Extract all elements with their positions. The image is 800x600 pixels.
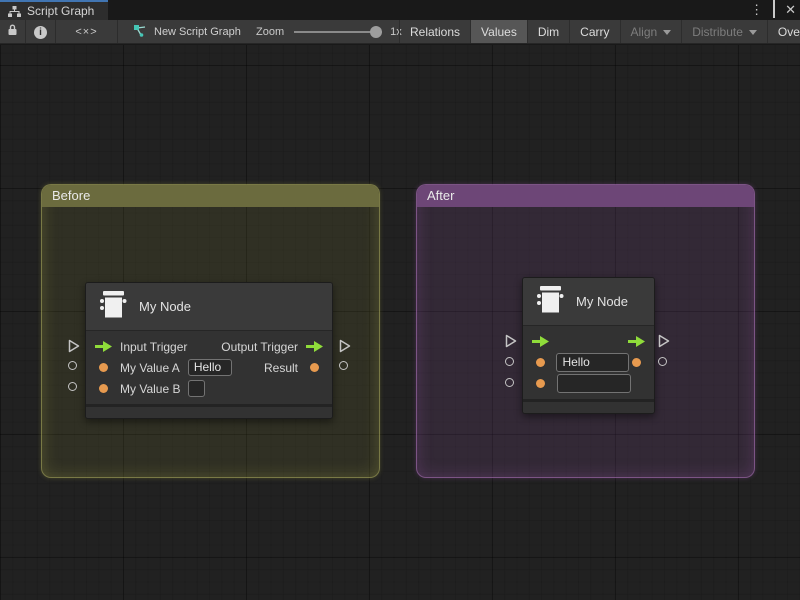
tab-title: Script Graph [27, 4, 94, 18]
group-before-title: Before [52, 188, 90, 203]
value-b-label: My Value B [120, 382, 180, 396]
distribute-button: Distribute [681, 20, 767, 44]
external-flow-port-icon[interactable] [339, 339, 351, 358]
dropdown-caret-icon [663, 30, 671, 35]
dim-button[interactable]: Dim [527, 20, 569, 44]
result-port-icon[interactable] [629, 358, 645, 367]
node-my-node-after[interactable]: My Node Hello [522, 277, 655, 414]
node-title: My Node [576, 294, 628, 309]
node-header[interactable]: My Node [523, 278, 654, 326]
info-button[interactable]: i [26, 20, 55, 44]
toolbar-button-strip: Relations Values Dim Carry Align Distrib… [399, 20, 800, 44]
graph-canvas[interactable]: Before After My Node [0, 45, 800, 600]
info-icon: i [34, 26, 47, 39]
tab-script-graph[interactable]: Script Graph [0, 0, 108, 20]
output-trigger-label: Output Trigger [221, 340, 298, 354]
window-tab-bar: Script Graph ⋮ ✕ [0, 0, 800, 20]
value-b-input[interactable] [557, 374, 631, 393]
graph-name-label: New Script Graph [154, 26, 241, 38]
carry-button[interactable]: Carry [569, 20, 619, 44]
zoom-slider-handle[interactable] [370, 26, 382, 38]
align-label: Align [631, 25, 658, 39]
unit-node-icon [98, 291, 128, 323]
values-button[interactable]: Values [470, 20, 527, 44]
value-b-port-icon[interactable] [532, 379, 549, 388]
distribute-label: Distribute [692, 25, 743, 39]
code-view-icon: <×> [75, 26, 97, 38]
close-icon[interactable]: ✕ [785, 0, 796, 20]
value-a-input[interactable]: Hello [188, 359, 232, 376]
value-b-port-icon[interactable] [95, 384, 112, 393]
value-b-input[interactable] [188, 380, 205, 397]
unit-node-icon [535, 286, 565, 318]
output-trigger-port-icon[interactable] [306, 341, 323, 352]
lock-icon [7, 23, 18, 41]
script-graph-asset-icon [133, 24, 147, 40]
node-body: Input Trigger Output Trigger My Value A … [86, 331, 332, 404]
group-before-header[interactable]: Before [42, 185, 379, 207]
align-button: Align [620, 20, 682, 44]
graph-toolbar: i <×> New Script Graph Zoom 1x Relations… [0, 20, 800, 44]
input-trigger-port-icon[interactable] [532, 336, 549, 347]
graph-breadcrumb[interactable]: New Script Graph [133, 20, 241, 44]
external-value-port-icon[interactable] [505, 378, 514, 387]
lock-button[interactable] [0, 20, 25, 44]
port-row-triggers [523, 331, 654, 352]
maximize-icon[interactable] [773, 0, 775, 20]
dim-label: Dim [538, 25, 559, 39]
zoom-slider[interactable] [294, 20, 382, 44]
external-value-port-icon[interactable] [505, 357, 514, 366]
node-footer [86, 407, 332, 418]
node-footer [523, 402, 654, 413]
external-value-port-icon[interactable] [658, 357, 667, 366]
external-value-port-icon[interactable] [68, 382, 77, 391]
script-graph-tab-icon [8, 6, 21, 17]
window-menu-icon[interactable]: ⋮ [750, 0, 763, 20]
port-row-triggers: Input Trigger Output Trigger [86, 336, 332, 357]
overview-button[interactable]: Overview [767, 20, 800, 44]
port-row-value-b: My Value B [86, 378, 332, 399]
value-a-label: My Value A [120, 361, 180, 375]
port-row-value-b [523, 373, 654, 394]
output-trigger-port-icon[interactable] [628, 336, 645, 347]
external-flow-port-icon[interactable] [505, 334, 517, 353]
overview-label: Overview [778, 25, 800, 39]
external-value-port-icon[interactable] [68, 361, 77, 370]
node-title: My Node [139, 299, 191, 314]
zoom-label: Zoom [256, 26, 284, 38]
code-view-button[interactable]: <×> [56, 20, 117, 44]
external-flow-port-icon[interactable] [658, 334, 670, 353]
zoom-control: Zoom 1x [256, 20, 402, 44]
maximize-box-glyph [773, 0, 775, 18]
external-flow-port-icon[interactable] [68, 339, 80, 358]
input-trigger-port-icon[interactable] [95, 341, 112, 352]
relations-label: Relations [410, 25, 460, 39]
value-a-input[interactable]: Hello [556, 353, 628, 372]
window-controls: ⋮ ✕ [750, 0, 796, 20]
toolbar-separator [117, 20, 118, 44]
result-label: Result [264, 361, 298, 375]
values-label: Values [481, 25, 517, 39]
node-body: Hello [523, 326, 654, 399]
group-after-header[interactable]: After [417, 185, 754, 207]
result-port-icon[interactable] [306, 363, 323, 372]
node-my-node-before[interactable]: My Node Input Trigger Output Trigger My … [85, 282, 333, 419]
carry-label: Carry [580, 25, 609, 39]
value-a-port-icon[interactable] [532, 358, 548, 367]
external-value-port-icon[interactable] [339, 361, 348, 370]
zoom-slider-track [294, 31, 382, 33]
input-trigger-label: Input Trigger [120, 340, 187, 354]
value-a-port-icon[interactable] [95, 363, 112, 372]
relations-button[interactable]: Relations [399, 20, 470, 44]
port-row-value-a: Hello [523, 352, 654, 373]
dropdown-caret-icon [749, 30, 757, 35]
node-header[interactable]: My Node [86, 283, 332, 331]
group-after-title: After [427, 188, 454, 203]
port-row-value-a: My Value A Hello Result [86, 357, 332, 378]
